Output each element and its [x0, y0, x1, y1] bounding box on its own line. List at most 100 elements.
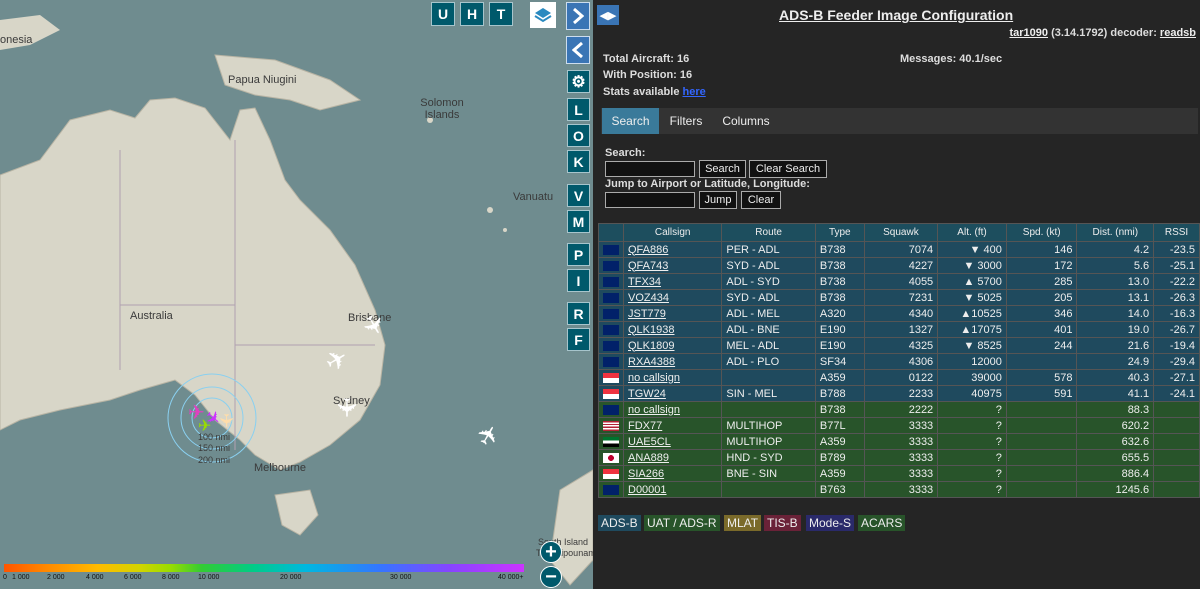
flag-icon: [603, 292, 619, 303]
cell-callsign[interactable]: ANA889: [622, 449, 723, 466]
table-row[interactable]: JST779 ADL - MEL A320 4340 ▲10525 346 14.0 -16.…: [598, 305, 1200, 322]
cell-callsign[interactable]: JST779: [622, 305, 723, 322]
table-row[interactable]: D00001 B763 3333? 1245.6: [598, 481, 1200, 498]
stats-text: Stats available: [603, 86, 680, 98]
layers-button[interactable]: [530, 2, 556, 28]
page-title[interactable]: ADS-B Feeder Image Configuration: [779, 7, 1013, 23]
search-label: Search:: [605, 147, 646, 159]
cell-rssi: -23.5: [1153, 241, 1200, 258]
toggle-o-button[interactable]: O: [567, 124, 590, 147]
jump-input[interactable]: [605, 192, 695, 208]
tar1090-link[interactable]: tar1090: [1009, 27, 1048, 39]
map-view[interactable]: onesia Papua Niugini Solomon Islands Van…: [0, 0, 593, 589]
resize-handle[interactable]: ◀▶: [597, 5, 619, 25]
cell-spd: 172: [1005, 257, 1078, 274]
column-type[interactable]: Type: [814, 223, 865, 242]
table-row[interactable]: TGW24 SIN - MEL B788 2233 40975 591 41.1 -24.1: [598, 385, 1200, 402]
column-speed[interactable]: Spd. (kt): [1005, 223, 1078, 242]
toggle-m-button[interactable]: M: [567, 210, 590, 233]
toggle-k-button[interactable]: K: [567, 150, 590, 173]
cell-callsign[interactable]: no callsign: [622, 369, 723, 386]
cell-callsign[interactable]: FDX77: [622, 417, 723, 434]
cell-callsign[interactable]: QLK1809: [622, 337, 723, 354]
total-aircraft: Total Aircraft: 16: [603, 53, 690, 65]
cell-callsign[interactable]: QFA743: [622, 257, 723, 274]
table-row[interactable]: RXA4388 ADL - PLO SF34 4306 12000 24.9 -29.4: [598, 353, 1200, 370]
toggle-p-button[interactable]: P: [567, 243, 590, 266]
cell-callsign[interactable]: VOZ434: [622, 289, 723, 306]
table-row[interactable]: QFA743 SYD - ADL B738 4227 ▼ 3000 172 5.6 -25.1: [598, 257, 1200, 274]
table-row[interactable]: ANA889 HND - SYD B789 3333? 655.5: [598, 449, 1200, 466]
toggle-l-button[interactable]: L: [567, 98, 590, 121]
aircraft-icon[interactable]: ✈: [198, 416, 211, 436]
cell-type: A359: [814, 465, 865, 482]
tab-columns[interactable]: Columns: [713, 108, 779, 134]
toggle-u-button[interactable]: U: [431, 2, 455, 26]
cell-type: A320: [814, 305, 865, 322]
cell-squawk: 3333: [863, 481, 939, 498]
table-row[interactable]: QLK1938 ADL - BNE E190 1327 ▲17075 401 19.0 -26…: [598, 321, 1200, 338]
toggle-v-button[interactable]: V: [567, 184, 590, 207]
toggle-f-button[interactable]: F: [567, 328, 590, 351]
cell-callsign[interactable]: D00001: [622, 481, 723, 498]
column-rssi[interactable]: RSSI: [1153, 223, 1200, 242]
clear-jump-button[interactable]: Clear: [741, 191, 781, 209]
altitude-tick: 0: [3, 574, 7, 581]
flag-cell: [598, 465, 624, 482]
cell-dist: 19.0: [1076, 321, 1155, 338]
cell-spd: [1005, 433, 1078, 450]
cell-callsign[interactable]: RXA4388: [622, 353, 723, 370]
search-button[interactable]: Search: [699, 160, 746, 178]
altitude-tick: 20 000: [280, 574, 302, 581]
cell-type: B763: [814, 481, 865, 498]
cell-callsign[interactable]: UAE5CL: [622, 433, 723, 450]
column-distance[interactable]: Dist. (nmi): [1076, 223, 1155, 242]
settings-button[interactable]: ⚙: [567, 70, 590, 93]
table-row[interactable]: FDX77 MULTIHOP B77L 3333? 620.2: [598, 417, 1200, 434]
jump-button[interactable]: Jump: [699, 191, 737, 209]
tab-filters[interactable]: Filters: [661, 108, 711, 134]
zoom-out-button[interactable]: −: [540, 566, 562, 588]
stats-link[interactable]: here: [683, 86, 706, 98]
tab-search[interactable]: Search: [602, 108, 659, 134]
aircraft-icon[interactable]: ✈: [330, 397, 361, 419]
flag-icon: [603, 244, 619, 255]
cell-rssi: [1153, 417, 1200, 434]
cell-route: HND - SYD: [721, 449, 816, 466]
toggle-h-button[interactable]: H: [460, 2, 484, 26]
cell-callsign[interactable]: TGW24: [622, 385, 723, 402]
zoom-in-button[interactable]: +: [540, 541, 562, 563]
cell-alt: ▼ 400: [937, 241, 1007, 258]
cell-callsign[interactable]: no callsign: [622, 401, 723, 418]
cell-callsign[interactable]: TFX34: [622, 273, 723, 290]
expand-panel-button[interactable]: [566, 2, 590, 30]
decoder-link[interactable]: readsb: [1160, 27, 1196, 39]
table-row[interactable]: no callsign A359 0122 39000 578 40.3 -27.1: [598, 369, 1200, 386]
column-altitude[interactable]: Alt. (ft): [937, 223, 1007, 242]
clear-search-button[interactable]: Clear Search: [749, 160, 827, 178]
flag-icon: [603, 484, 619, 495]
aircraft-icon[interactable]: ✈: [215, 413, 236, 428]
search-input[interactable]: [605, 161, 695, 177]
table-row[interactable]: UAE5CL MULTIHOP A359 3333? 632.6: [598, 433, 1200, 450]
table-row[interactable]: QLK1809 MEL - ADL E190 4325 ▼ 8525 244 21.6 -19…: [598, 337, 1200, 354]
cell-callsign[interactable]: QLK1938: [622, 321, 723, 338]
table-row[interactable]: TFX34 ADL - SYD B738 4055 ▲ 5700 285 13.0 -22.2: [598, 273, 1200, 290]
column-callsign[interactable]: Callsign: [622, 223, 723, 242]
cell-squawk: 4306: [863, 353, 939, 370]
toggle-r-button[interactable]: R: [567, 302, 590, 325]
table-row[interactable]: QFA886 PER - ADL B738 7074 ▼ 400 146 4.2 -23.5: [598, 241, 1200, 258]
table-row[interactable]: SIA266 BNE - SIN A359 3333? 886.4: [598, 465, 1200, 482]
column-route[interactable]: Route: [721, 223, 816, 242]
map-land: [0, 15, 593, 586]
column-squawk[interactable]: Squawk: [863, 223, 939, 242]
cell-alt: 40975: [937, 385, 1007, 402]
toggle-i-button[interactable]: I: [567, 269, 590, 292]
cell-callsign[interactable]: QFA886: [622, 241, 723, 258]
toggle-t-button[interactable]: T: [489, 2, 513, 26]
table-row[interactable]: VOZ434 SYD - ADL B738 7231 ▼ 5025 205 13.1 -26.…: [598, 289, 1200, 306]
cell-spd: [1005, 465, 1078, 482]
cell-callsign[interactable]: SIA266: [622, 465, 723, 482]
collapse-panel-button[interactable]: [566, 36, 590, 64]
table-row[interactable]: no callsign B738 2222? 88.3: [598, 401, 1200, 418]
